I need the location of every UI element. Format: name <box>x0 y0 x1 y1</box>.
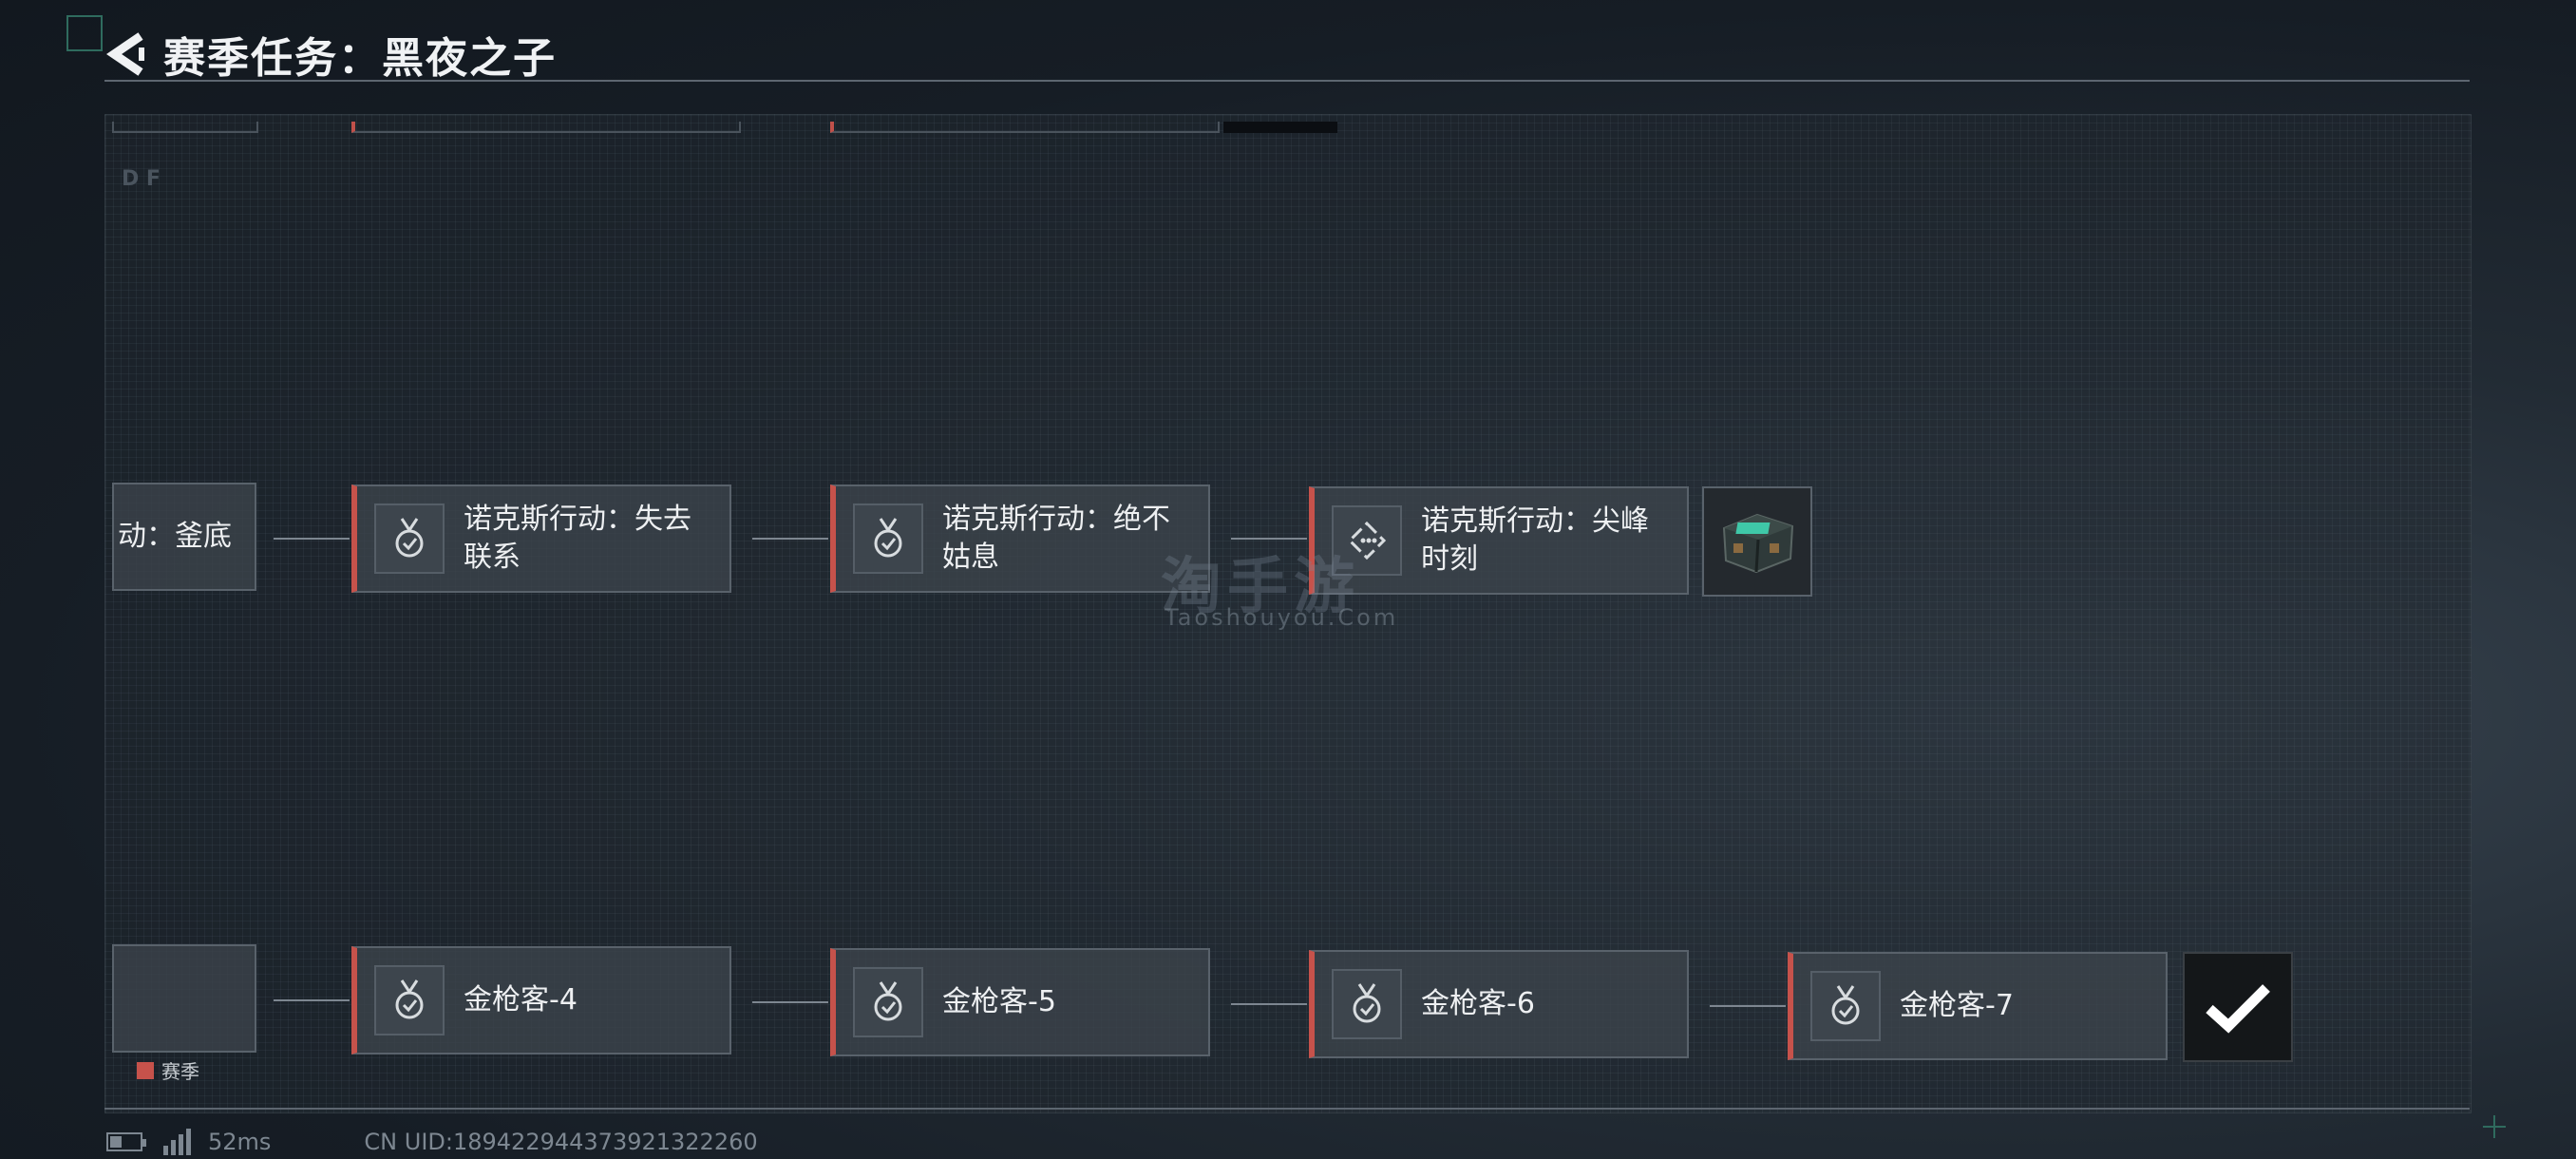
task-label: 动：釜底 <box>118 520 232 553</box>
medal-check-icon <box>1810 971 1881 1041</box>
connector-line <box>1710 1005 1786 1007</box>
task-label: 金枪客-7 <box>1900 989 2014 1022</box>
page-title: 赛季任务：黑夜之子 <box>163 34 557 83</box>
uid-text: CN UID:18942294437392132226​0 <box>364 1129 758 1155</box>
task-node[interactable] <box>112 944 256 1053</box>
reward-crate[interactable] <box>1702 486 1812 597</box>
corner-decoration <box>66 15 103 51</box>
back-arrow-icon <box>106 32 144 76</box>
supply-crate-icon <box>1722 513 1794 574</box>
task-node[interactable]: 金枪客-4 <box>351 946 731 1054</box>
task-label: 金枪客-6 <box>1421 987 1535 1020</box>
status-bar: 52ms CN UID:18942294437392132226​0 <box>106 1129 758 1155</box>
ping-value: 52ms <box>208 1129 272 1155</box>
medal-check-icon <box>1332 969 1402 1039</box>
background-decoration: D F <box>122 167 161 191</box>
back-button[interactable] <box>104 29 150 79</box>
top-cutoff-bar <box>1223 122 1337 133</box>
top-cutoff-bar <box>351 122 741 133</box>
reward-claimed[interactable] <box>2183 952 2293 1062</box>
page-header: 赛季任务：黑夜之子 <box>104 21 557 87</box>
signal-icon <box>163 1129 191 1155</box>
medal-check-icon <box>374 504 445 574</box>
task-label: 金枪客-5 <box>942 985 1056 1018</box>
legend: 赛季 <box>137 1056 199 1084</box>
task-node[interactable]: 动：釜底 <box>112 483 256 591</box>
battery-icon <box>106 1132 146 1151</box>
connector-line <box>752 538 828 540</box>
plus-corner-icon <box>2483 1115 2506 1138</box>
task-label: 诺克斯行动：尖峰 时刻 <box>1421 504 1649 576</box>
legend-swatch <box>137 1061 154 1079</box>
task-node[interactable]: 诺克斯行动：失去 联系 <box>351 484 731 593</box>
legend-label: 赛季 <box>161 1060 199 1083</box>
medal-check-icon <box>374 965 445 1036</box>
task-node-current[interactable]: 诺克斯行动：尖峰 时刻 <box>1309 486 1689 595</box>
header-divider <box>104 80 2470 82</box>
task-label: 诺克斯行动：绝不 姑息 <box>942 503 1170 574</box>
watermark-url: Taoshouyou.Com <box>1165 604 1399 631</box>
medal-check-icon <box>853 504 923 574</box>
footer-divider <box>104 1108 2470 1110</box>
checkmark-icon <box>2206 984 2270 1034</box>
top-cutoff-bar <box>112 122 258 133</box>
task-node[interactable]: 金枪客-7 <box>1788 952 2168 1060</box>
connector-line <box>274 538 350 540</box>
task-node[interactable]: 金枪客-6 <box>1309 950 1689 1058</box>
connector-line <box>752 1001 828 1003</box>
task-node[interactable]: 金枪客-5 <box>830 948 1210 1056</box>
task-label: 诺克斯行动：失去 联系 <box>464 503 691 574</box>
task-node[interactable]: 诺克斯行动：绝不 姑息 <box>830 484 1210 593</box>
top-cutoff-bar <box>830 122 1220 133</box>
connector-line <box>274 999 350 1001</box>
connector-line <box>1231 1003 1307 1005</box>
medal-check-icon <box>853 967 923 1037</box>
task-label: 金枪客-4 <box>464 983 578 1016</box>
